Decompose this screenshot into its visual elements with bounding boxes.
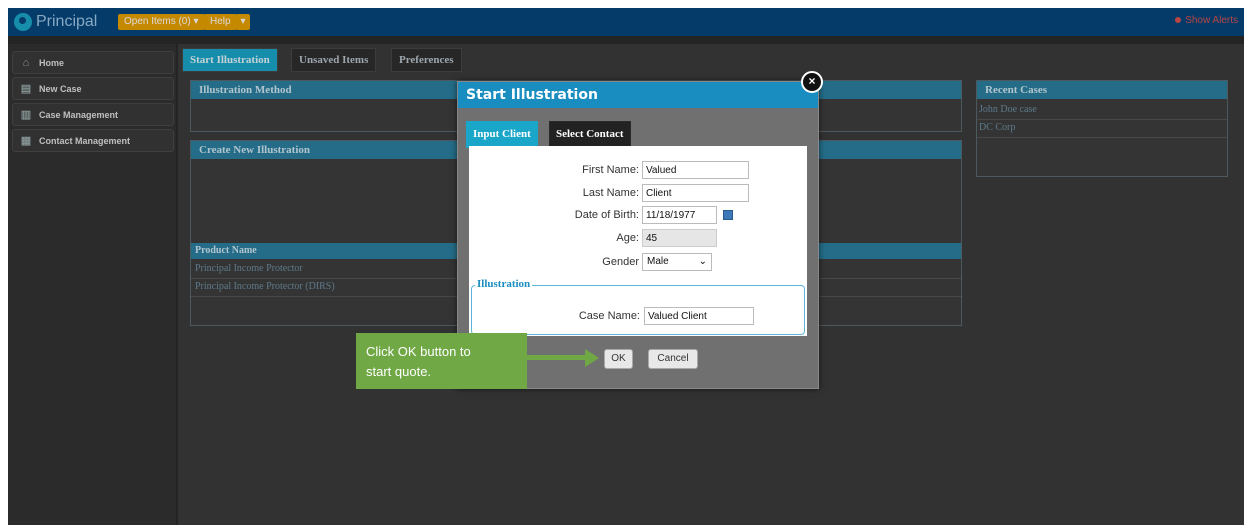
age-field: 45 (642, 229, 717, 247)
ok-button[interactable]: OK (604, 349, 633, 369)
date-of-birth-field[interactable]: 11/18/1977 (642, 206, 717, 224)
case-name-label: Case Name: (578, 310, 640, 322)
input-client-form: First Name: Valued Last Name: Client Dat… (469, 146, 807, 336)
last-name-field[interactable]: Client (642, 184, 749, 202)
age-row: Age: 45 (469, 229, 717, 247)
dialog-title: Start Illustration (458, 82, 818, 108)
instruction-callout: Click OK button to start quote. (356, 333, 527, 389)
date-of-birth-row: Date of Birth: 11/18/1977 (469, 206, 733, 224)
last-name-row: Last Name: Client (469, 184, 749, 202)
arrow-right-icon (585, 349, 599, 367)
gender-label: Gender (602, 256, 639, 268)
illustration-fieldset: Illustration Case Name: Valued Client (471, 278, 805, 335)
first-name-label: First Name: (582, 164, 639, 176)
gender-selected-value: Male (647, 256, 669, 267)
gender-select[interactable]: Male ⌄ (642, 253, 712, 271)
first-name-field[interactable]: Valued (642, 161, 749, 179)
case-name-field[interactable]: Valued Client (644, 307, 754, 325)
callout-line: start quote. (366, 364, 432, 379)
callout-arrow-line (527, 355, 585, 360)
callout-line: Click OK button to (366, 344, 471, 359)
app-frame: Principal Open Items (0) ▾ Help ▾ Show A… (8, 8, 1244, 525)
age-label: Age: (616, 232, 639, 244)
cancel-button[interactable]: Cancel (648, 349, 698, 369)
close-icon[interactable]: × (801, 71, 823, 93)
date-of-birth-label: Date of Birth: (574, 209, 639, 221)
calendar-icon[interactable] (723, 210, 733, 220)
first-name-row: First Name: Valued (469, 161, 749, 179)
tab-input-client[interactable]: Input Client (466, 121, 538, 148)
tab-select-contact[interactable]: Select Contact (549, 121, 631, 148)
gender-row: Gender Male ⌄ (469, 253, 712, 271)
chevron-down-icon: ⌄ (698, 256, 707, 267)
case-name-row: Case Name: Valued Client (472, 307, 754, 325)
illustration-legend: Illustration (475, 278, 533, 290)
last-name-label: Last Name: (582, 187, 639, 199)
